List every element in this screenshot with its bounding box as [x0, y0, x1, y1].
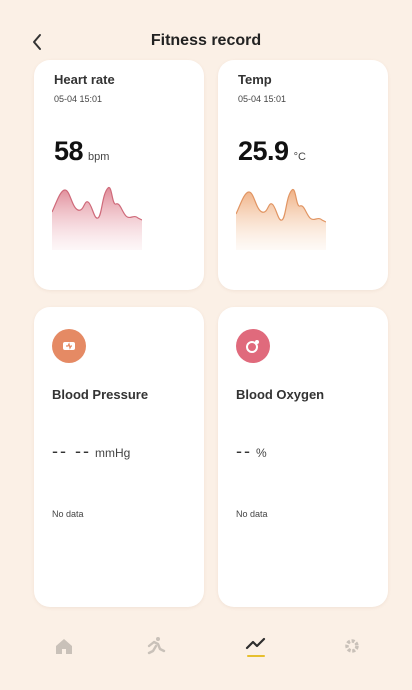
tab-home[interactable] — [44, 626, 84, 666]
blood-pressure-status: No data — [52, 509, 84, 519]
tab-settings[interactable] — [332, 626, 372, 666]
blood-pressure-value: -- -- — [52, 441, 91, 461]
running-icon — [147, 637, 166, 655]
gear-icon — [345, 639, 359, 653]
blood-oxygen-unit: % — [256, 446, 267, 460]
heart-rate-value: 58 — [54, 136, 84, 166]
heart-rate-value-row: 58 bpm — [54, 136, 109, 167]
heart-badge-icon — [52, 329, 86, 363]
heart-rate-unit: bpm — [88, 151, 110, 163]
blood-oxygen-title: Blood Oxygen — [236, 387, 325, 402]
heart-badge-glyph — [63, 342, 75, 350]
oxygen-drop-glyph — [246, 340, 259, 353]
temp-title: Temp — [238, 72, 272, 87]
oxygen-drop-icon — [236, 329, 270, 363]
temp-value: 25.9 — [238, 136, 289, 166]
tab-activity[interactable] — [136, 626, 176, 666]
bottom-tab-bar — [0, 618, 412, 674]
blood-oxygen-card[interactable]: Blood Oxygen -- % No data — [218, 307, 388, 607]
blood-oxygen-value: -- — [236, 441, 252, 461]
blood-pressure-card[interactable]: Blood Pressure -- -- mmHg No data — [34, 307, 204, 607]
home-icon — [56, 639, 72, 654]
heart-rate-card[interactable]: Heart rate 05-04 15:01 58 bpm — [34, 60, 204, 290]
page-title: Fitness record — [150, 32, 262, 49]
heart-rate-time: 05-04 15:01 — [54, 94, 103, 104]
blood-pressure-title: Blood Pressure — [52, 387, 149, 402]
trend-chart-icon — [245, 637, 266, 649]
temp-card[interactable]: Temp 05-04 15:01 25.9 °C — [218, 60, 388, 290]
heart-rate-title: Heart rate — [54, 72, 115, 87]
temp-unit: °C — [293, 151, 306, 163]
blood-oxygen-status: No data — [236, 509, 268, 519]
active-tab-indicator — [247, 654, 265, 657]
temp-value-row: 25.9 °C — [238, 136, 306, 167]
temp-wave-chart — [236, 189, 326, 250]
temp-time: 05-04 15:01 — [238, 94, 287, 104]
heart-rate-wave-chart — [52, 187, 142, 250]
blood-oxygen-value-row: -- % — [236, 441, 267, 462]
heart-rate-wave-area — [52, 187, 142, 250]
fitness-record-screen: Fitness record Heart rate 05-04 15:01 58… — [0, 0, 412, 690]
blood-pressure-unit: mmHg — [94, 446, 131, 460]
blood-pressure-value-row: -- -- mmHg — [52, 441, 130, 462]
tab-records[interactable] — [236, 626, 276, 666]
